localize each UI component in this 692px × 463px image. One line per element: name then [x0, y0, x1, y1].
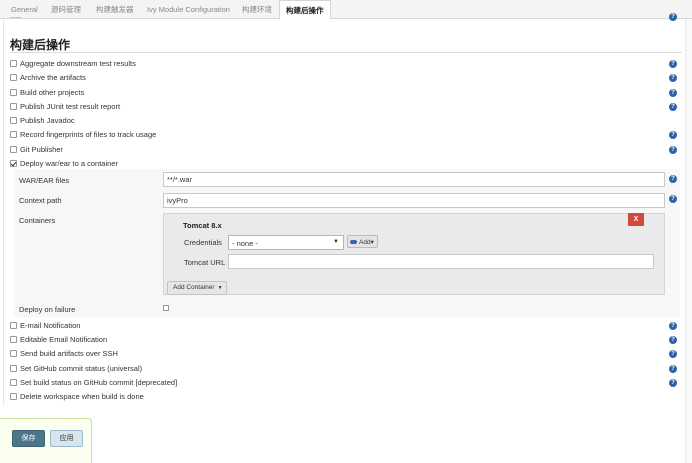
- help-icon[interactable]: ?: [669, 350, 677, 358]
- help-icon[interactable]: ?: [669, 365, 677, 373]
- checkbox-label: Deploy war/ear to a container: [20, 159, 118, 168]
- help-icon[interactable]: ?: [669, 60, 677, 68]
- action-send-over-ssh[interactable]: Send build artifacts over SSH ?: [10, 348, 680, 360]
- dropdown-caret-icon: ▼: [217, 285, 223, 291]
- action-publish-junit[interactable]: Publish JUnit test result report ?: [10, 101, 680, 113]
- tomcat-url-input[interactable]: [228, 254, 654, 269]
- dropdown-arrow-icon: ▼: [333, 239, 339, 245]
- deploy-on-failure-checkbox[interactable]: [163, 305, 169, 311]
- checkbox[interactable]: [10, 60, 17, 67]
- action-github-build-status[interactable]: Set build status on GitHub commit [depre…: [10, 377, 680, 389]
- help-icon[interactable]: ?: [669, 146, 677, 154]
- help-icon[interactable]: ?: [669, 74, 677, 82]
- checkbox-label: Editable Email Notification: [20, 335, 108, 344]
- action-aggregate-downstream[interactable]: Aggregate downstream test results ?: [10, 58, 680, 70]
- section-title: 构建后操作: [10, 38, 71, 52]
- checkbox-label: Publish Javadoc: [20, 116, 75, 125]
- tomcat-url-label: Tomcat URL: [184, 258, 226, 267]
- dropdown-caret-icon: ▾: [370, 239, 374, 246]
- checkbox[interactable]: [10, 89, 17, 96]
- checkbox[interactable]: [10, 146, 17, 153]
- section-divider: [10, 52, 682, 53]
- checkbox-checked[interactable]: [10, 160, 17, 167]
- apply-button[interactable]: 应用: [50, 430, 83, 447]
- help-icon[interactable]: ?: [669, 379, 677, 387]
- checkbox-label: Aggregate downstream test results: [20, 59, 136, 68]
- add-container-label: Add Container: [173, 284, 215, 291]
- checkbox[interactable]: [10, 74, 17, 81]
- help-icon[interactable]: ?: [669, 195, 677, 203]
- help-icon[interactable]: ?: [669, 336, 677, 344]
- checkbox[interactable]: [10, 365, 17, 372]
- add-container-button[interactable]: Add Container ▼: [167, 281, 227, 295]
- checkbox-label: Send build artifacts over SSH: [20, 349, 118, 358]
- tab-build-triggers[interactable]: 构建触发器: [90, 0, 140, 19]
- credentials-selected-value: - none -: [232, 239, 258, 248]
- add-credentials-button[interactable]: Add▾: [347, 235, 378, 248]
- action-github-commit-status[interactable]: Set GitHub commit status (universal) ?: [10, 363, 680, 375]
- checkbox[interactable]: [10, 131, 17, 138]
- checkbox-label: Archive the artifacts: [20, 73, 86, 82]
- left-border: [3, 15, 4, 405]
- help-icon[interactable]: ?: [669, 131, 677, 139]
- help-icon[interactable]: ?: [669, 322, 677, 330]
- checkbox-label: Record fingerprints of files to track us…: [20, 130, 157, 139]
- tab-post-build-actions[interactable]: 构建后操作: [279, 0, 331, 20]
- tab-build-environment[interactable]: 构建环境: [236, 0, 278, 19]
- credentials-select[interactable]: - none - ▼: [228, 235, 344, 250]
- action-archive-artifacts[interactable]: Archive the artifacts ?: [10, 72, 680, 84]
- bottom-button-bar: 保存 应用: [0, 418, 92, 463]
- key-icon: [350, 240, 357, 245]
- checkbox-label: Set GitHub commit status (universal): [20, 364, 143, 373]
- config-tab-bar: General 源码管理 构建触发器 Ivy Module Configurat…: [0, 0, 692, 20]
- checkbox-label: Git Publisher: [20, 145, 63, 154]
- cut-off-row-label: ......: [10, 13, 22, 20]
- help-icon[interactable]: ?: [669, 103, 677, 111]
- action-delete-workspace[interactable]: Delete workspace when build is done: [10, 391, 680, 403]
- tab-ivy-module-configuration[interactable]: Ivy Module Configuration: [141, 0, 236, 19]
- tomcat-container-panel: Tomcat 8.x X Credentials - none - ▼ Add▾…: [163, 213, 665, 295]
- checkbox-label: Build other projects: [20, 88, 85, 97]
- checkbox[interactable]: [10, 379, 17, 386]
- checkbox[interactable]: [10, 103, 17, 110]
- checkbox[interactable]: [10, 336, 17, 343]
- action-git-publisher[interactable]: Git Publisher ?: [10, 144, 680, 156]
- checkbox-label: Delete workspace when build is done: [20, 392, 144, 401]
- war-files-label: WAR/EAR files: [19, 176, 70, 185]
- add-button-label: Add: [359, 239, 371, 246]
- checkbox-label: Set build status on GitHub commit [depre…: [20, 378, 178, 387]
- checkbox[interactable]: [10, 117, 17, 124]
- war-files-input[interactable]: **/*.war: [163, 172, 665, 187]
- help-icon[interactable]: ?: [669, 13, 677, 21]
- checkbox-label: E-mail Notification: [20, 321, 81, 330]
- context-path-input[interactable]: ivyPro: [163, 193, 665, 208]
- action-record-fingerprints[interactable]: Record fingerprints of files to track us…: [10, 129, 680, 141]
- credentials-label: Credentials: [184, 238, 222, 247]
- help-icon[interactable]: ?: [669, 89, 677, 97]
- checkbox[interactable]: [10, 322, 17, 329]
- remove-container-button[interactable]: X: [628, 213, 644, 226]
- page-scrollbar[interactable]: [685, 19, 692, 463]
- checkbox-label: Publish JUnit test result report: [20, 102, 121, 111]
- help-icon[interactable]: ?: [669, 175, 677, 183]
- action-publish-javadoc[interactable]: Publish Javadoc: [10, 115, 680, 127]
- deploy-on-failure-label: Deploy on failure: [19, 305, 76, 314]
- checkbox[interactable]: [10, 350, 17, 357]
- container-title: Tomcat 8.x: [183, 221, 222, 230]
- tab-source-management[interactable]: 源码管理: [45, 0, 87, 19]
- action-build-other-projects[interactable]: Build other projects ?: [10, 87, 680, 99]
- action-email-notification[interactable]: E-mail Notification ?: [10, 320, 680, 332]
- checkbox[interactable]: [10, 393, 17, 400]
- context-path-label: Context path: [19, 196, 62, 205]
- action-editable-email[interactable]: Editable Email Notification ?: [10, 334, 680, 346]
- save-button[interactable]: 保存: [12, 430, 45, 447]
- containers-label: Containers: [19, 216, 56, 225]
